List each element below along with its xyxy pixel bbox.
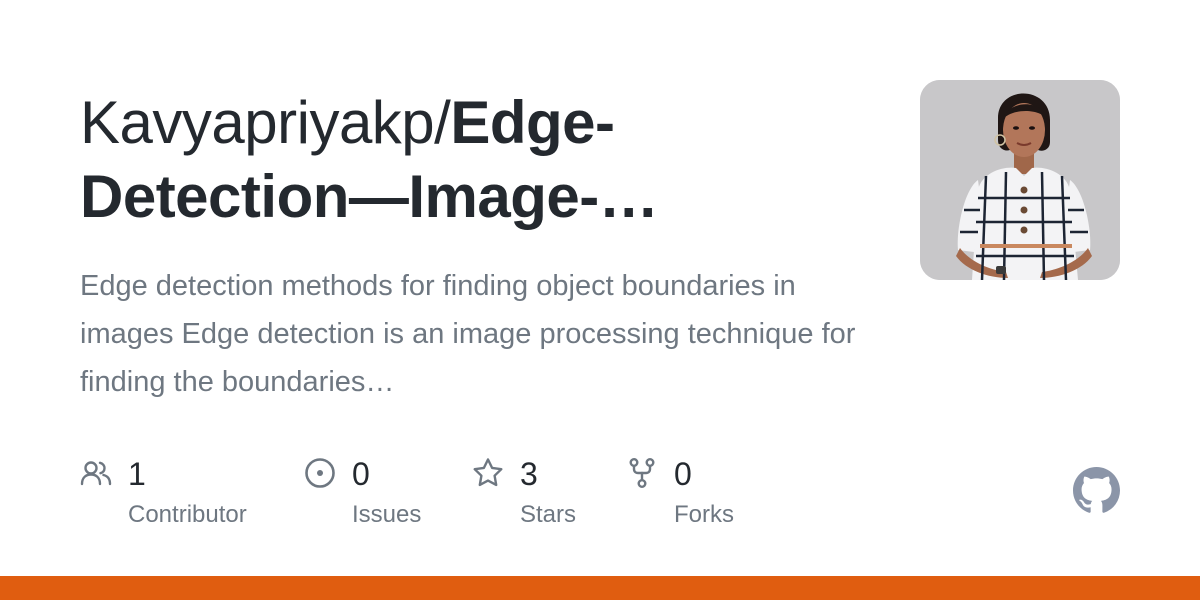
star-icon (473, 458, 503, 487)
repo-owner[interactable]: Kavyapriyakp/ (80, 89, 451, 156)
avatar-image (920, 80, 1120, 280)
repo-title[interactable]: Kavyapriyakp/Edge-Detection—Image-… (80, 86, 880, 234)
stars-count: 3 (520, 456, 538, 492)
issues-count: 0 (352, 456, 370, 492)
contributors-count: 1 (128, 456, 146, 492)
repo-description: Edge detection methods for finding objec… (80, 270, 856, 398)
issue-opened-icon (305, 458, 335, 488)
language-bar (0, 576, 1200, 600)
avatar (920, 80, 1120, 280)
issues-label: Issues (352, 501, 422, 528)
contributors-label: Contributor (128, 501, 247, 528)
stars-label: Stars (520, 501, 577, 528)
forks-label: Forks (674, 501, 734, 528)
forks-count: 0 (674, 456, 692, 492)
repo-forked-icon (629, 458, 655, 489)
people-icon (80, 461, 112, 486)
github-logo-icon[interactable] (1073, 467, 1120, 514)
